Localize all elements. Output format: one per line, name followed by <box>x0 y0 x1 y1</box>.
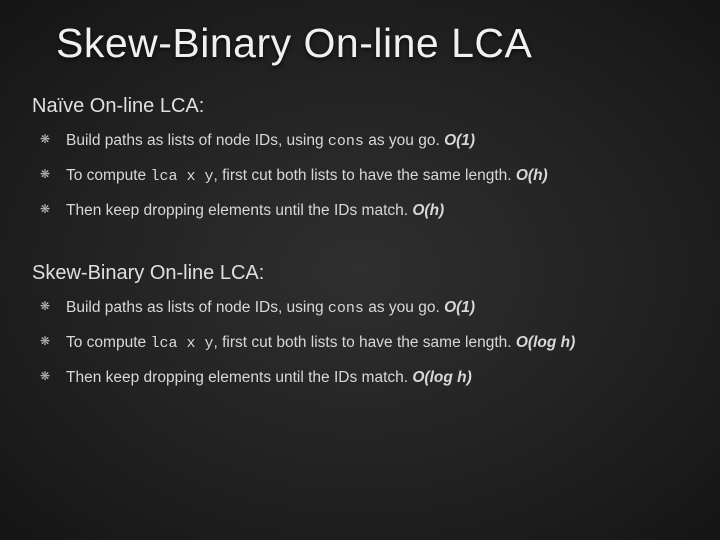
code-text: lca x y <box>150 335 213 352</box>
bullet-list: Build paths as lists of node IDs, using … <box>32 130 688 222</box>
section-skew: Skew-Binary On-line LCA: Build paths as … <box>32 262 688 389</box>
list-item: Build paths as lists of node IDs, using … <box>62 297 688 320</box>
list-item: Build paths as lists of node IDs, using … <box>62 130 688 153</box>
list-item: To compute lca x y, first cut both lists… <box>62 165 688 188</box>
bullet-text: To compute <box>66 334 150 351</box>
code-text: lca x y <box>150 168 213 185</box>
complexity-text: O(log h) <box>516 334 575 351</box>
bullet-text: Then keep dropping elements until the ID… <box>66 369 412 386</box>
bullet-text: Build paths as lists of node IDs, using <box>66 132 328 149</box>
code-text: cons <box>328 133 364 150</box>
list-item: To compute lca x y, first cut both lists… <box>62 332 688 355</box>
slide: Skew-Binary On-line LCA Naïve On-line LC… <box>0 0 720 540</box>
bullet-text: as you go. <box>364 132 444 149</box>
section-heading: Naïve On-line LCA: <box>32 95 688 118</box>
complexity-text: O(log h) <box>412 369 471 386</box>
bullet-text: , first cut both lists to have the same … <box>213 334 515 351</box>
complexity-text: O(h) <box>516 167 548 184</box>
bullet-text: To compute <box>66 167 150 184</box>
complexity-text: O(1) <box>444 132 475 149</box>
section-naive: Naïve On-line LCA: Build paths as lists … <box>32 95 688 222</box>
code-text: cons <box>328 300 364 317</box>
section-heading: Skew-Binary On-line LCA: <box>32 262 688 285</box>
slide-title: Skew-Binary On-line LCA <box>56 20 688 67</box>
list-item: Then keep dropping elements until the ID… <box>62 200 688 223</box>
bullet-text: Then keep dropping elements until the ID… <box>66 202 412 219</box>
bullet-text: as you go. <box>364 299 444 316</box>
complexity-text: O(h) <box>412 202 444 219</box>
list-item: Then keep dropping elements until the ID… <box>62 367 688 390</box>
bullet-list: Build paths as lists of node IDs, using … <box>32 297 688 389</box>
complexity-text: O(1) <box>444 299 475 316</box>
bullet-text: , first cut both lists to have the same … <box>213 167 515 184</box>
bullet-text: Build paths as lists of node IDs, using <box>66 299 328 316</box>
